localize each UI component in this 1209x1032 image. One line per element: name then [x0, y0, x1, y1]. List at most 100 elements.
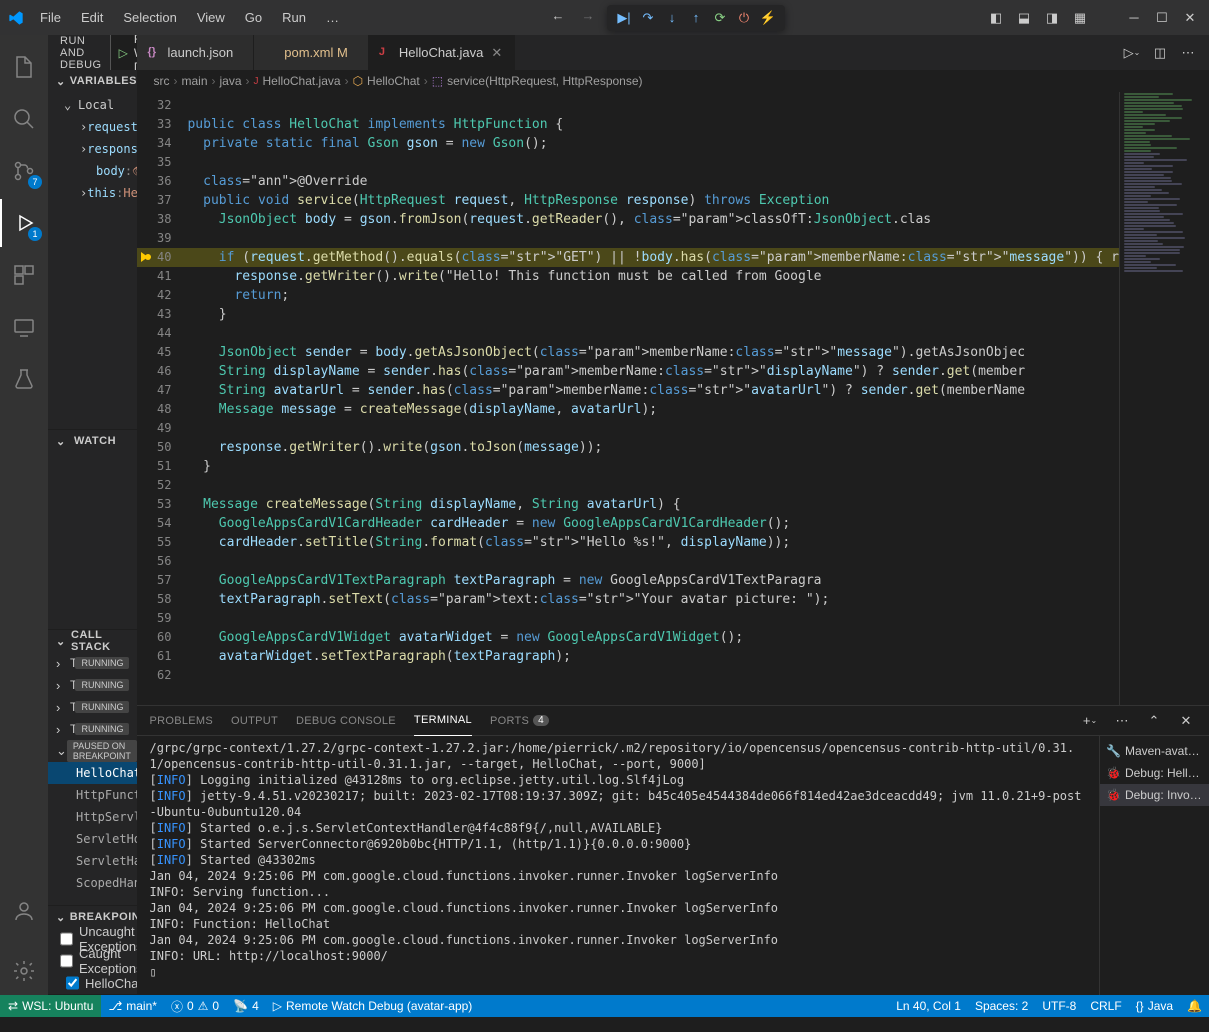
thread[interactable]: ›Thread [qtp1500079441-33-acceptor-0@48…… [48, 652, 137, 674]
menu-run[interactable]: Run [274, 6, 314, 29]
stack-frame[interactable]: ServletHandler.doHandle(String,Request,H… [48, 850, 137, 872]
status-notifications[interactable]: 🔔 [1180, 995, 1209, 1017]
remote-icon: ⇄ [8, 999, 18, 1013]
stack-frame[interactable]: HttpFunctionExecutor.service(HttpServlet… [48, 784, 137, 806]
nav-back-icon[interactable]: ← [547, 5, 569, 27]
variable-this[interactable]: ›this: HelloChat@31 [48, 182, 137, 204]
window-maximize-icon[interactable]: ☐ [1151, 7, 1173, 29]
bp-caught[interactable]: Caught Exceptions [48, 950, 137, 972]
activity-settings[interactable] [0, 947, 48, 995]
debug-disconnect-icon[interactable]: ⏻ [733, 7, 755, 29]
terminal-item[interactable]: 🐞Debug: Invo… [1100, 784, 1209, 806]
menu-edit[interactable]: Edit [73, 6, 111, 29]
breadcrumb-item[interactable]: main [181, 74, 207, 88]
stack-frame[interactable]: ServletHolder.handle(Request,ServletRequ… [48, 828, 137, 850]
status-encoding[interactable]: UTF-8 [1035, 995, 1083, 1017]
debug-continue-icon[interactable]: ▶| [613, 7, 635, 29]
close-icon[interactable] [239, 51, 243, 55]
menu-view[interactable]: View [189, 6, 233, 29]
window-minimize-icon[interactable]: ─ [1123, 7, 1145, 29]
breadcrumb-item[interactable]: J HelloChat.java [254, 74, 341, 88]
activity-extensions[interactable] [0, 251, 48, 299]
debug-hot-reload-icon[interactable]: ⚡ [757, 7, 779, 29]
status-ports[interactable]: 📡4 [226, 995, 266, 1017]
stack-frame[interactable]: ScopedHandler.nextHandle(String,Request,… [48, 872, 137, 894]
minimap[interactable] [1119, 92, 1209, 705]
debug-step-out-icon[interactable]: ↑ [685, 7, 707, 29]
panel-tab-output[interactable]: OUTPUT [231, 706, 278, 736]
run-file-icon[interactable]: ▷⌄ [1121, 42, 1143, 64]
menu-selection[interactable]: Selection [115, 6, 184, 29]
activity-account[interactable] [0, 887, 48, 935]
tab-pom.xml[interactable]: pom.xml M [254, 35, 369, 70]
more-actions-icon[interactable]: ⋯ [1177, 42, 1199, 64]
breadcrumb-item[interactable]: java [220, 74, 242, 88]
status-debug[interactable]: ▷Remote Watch Debug (avatar-app) [266, 995, 480, 1017]
menu-go[interactable]: Go [237, 6, 270, 29]
variables-header[interactable]: ⌄VARIABLES [48, 70, 137, 92]
panel-maximize-icon[interactable]: ⌃ [1143, 710, 1165, 732]
new-terminal-icon[interactable]: +⌄ [1079, 710, 1101, 732]
tab-launch.json[interactable]: {}launch.json [137, 35, 254, 70]
panel-tab-problems[interactable]: PROBLEMS [149, 706, 213, 736]
scm-badge: 7 [28, 175, 42, 189]
branch-icon: ⎇ [108, 999, 122, 1013]
activity-scm[interactable]: 7 [0, 147, 48, 195]
panel-tab-ports[interactable]: PORTS4 [490, 706, 549, 736]
panel-tab-terminal[interactable]: TERMINAL [414, 706, 472, 736]
status-cursor[interactable]: Ln 40, Col 1 [889, 995, 968, 1017]
status-branch[interactable]: ⎇main* [101, 995, 164, 1017]
status-problems[interactable]: ⓧ0 ⚠0 [164, 995, 226, 1017]
status-lang[interactable]: {}Java [1129, 995, 1180, 1017]
bottom-panel: PROBLEMS OUTPUT DEBUG CONSOLE TERMINAL PORTS… [137, 705, 1209, 995]
panel-tab-debug-console[interactable]: DEBUG CONSOLE [296, 706, 396, 736]
thread[interactable]: ⌄Thread [qtp1500079441-37]PAUSED ON BREA… [48, 740, 137, 762]
debug-restart-icon[interactable]: ⟳ [709, 7, 731, 29]
breadcrumbs[interactable]: src›main›java›J HelloChat.java›⬡ HelloCh… [137, 70, 1209, 92]
activity-search[interactable] [0, 95, 48, 143]
window-close-icon[interactable]: ✕ [1179, 7, 1201, 29]
editor[interactable]: 3233343536373839404142434445464748495051… [137, 92, 1209, 705]
terminal-item[interactable]: 🐞Debug: Hell… [1100, 762, 1209, 784]
breadcrumb-item[interactable]: src [153, 74, 169, 88]
activity-explorer[interactable] [0, 43, 48, 91]
bp-file[interactable]: HelloChat.java src/main/java 40 [48, 972, 137, 994]
terminal-item[interactable]: 🔧Maven-avat… [1100, 740, 1209, 762]
thread[interactable]: ›Thread [qtp1500079441-35]RUNNING [48, 696, 137, 718]
panel-close-icon[interactable]: ✕ [1175, 710, 1197, 732]
stack-frame[interactable]: HttpServlet.service(ServletRequest,Servl… [48, 806, 137, 828]
layout-customize-icon[interactable]: ▦ [1069, 7, 1091, 29]
tab-HelloChat.java[interactable]: JHelloChat.java✕ [369, 35, 515, 70]
breadcrumb-item[interactable]: ⬡ HelloChat [353, 74, 420, 88]
layout-panel-bottom-icon[interactable]: ⬓ [1013, 7, 1035, 29]
debug-step-into-icon[interactable]: ↓ [661, 7, 683, 29]
panel-more-icon[interactable]: ⋯ [1111, 710, 1133, 732]
stack-frame[interactable]: HelloChat.service(HttpRequest,HttpRespon… [48, 762, 137, 784]
breadcrumb-item[interactable]: ⬚ service(HttpRequest, HttpResponse) [432, 74, 643, 88]
close-icon[interactable] [354, 51, 358, 55]
activity-debug[interactable]: 1 [0, 199, 48, 247]
variable-request[interactable]: ›request: HttpRequestImpl@49 [48, 116, 137, 138]
radio-icon: 📡 [233, 999, 248, 1013]
menu-file[interactable]: File [32, 6, 69, 29]
nav-forward-icon[interactable]: → [577, 5, 599, 27]
status-remote[interactable]: ⇄WSL: Ubuntu [0, 995, 101, 1017]
status-spaces[interactable]: Spaces: 2 [968, 995, 1035, 1017]
variable-body[interactable]: body: 👁 JsonObject@51 [48, 160, 137, 182]
terminal-output[interactable]: /grpc/grpc-context/1.27.2/grpc-context-1… [137, 736, 1099, 995]
split-editor-icon[interactable]: ◫ [1149, 42, 1171, 64]
thread[interactable]: ›Thread [qtp1500079441-34-acceptor-1@66…… [48, 674, 137, 696]
thread[interactable]: ›Thread [Connector-Scheduler-6920b0bc-1]… [48, 718, 137, 740]
watch-header[interactable]: ⌄WATCH [48, 430, 137, 452]
layout-panel-left-icon[interactable]: ◧ [985, 7, 1007, 29]
layout-panel-right-icon[interactable]: ◨ [1041, 7, 1063, 29]
variable-response[interactable]: ›response: HttpResponseImpl@50 [48, 138, 137, 160]
activity-testing[interactable] [0, 355, 48, 403]
activity-remote[interactable] [0, 303, 48, 351]
close-icon[interactable]: ✕ [489, 43, 504, 63]
scope-local[interactable]: ⌄Local [48, 94, 137, 116]
callstack-header[interactable]: ⌄CALL STACK [48, 630, 137, 652]
menu-…[interactable]: … [318, 6, 347, 29]
debug-step-over-icon[interactable]: ↷ [637, 7, 659, 29]
status-eol[interactable]: CRLF [1083, 995, 1128, 1017]
